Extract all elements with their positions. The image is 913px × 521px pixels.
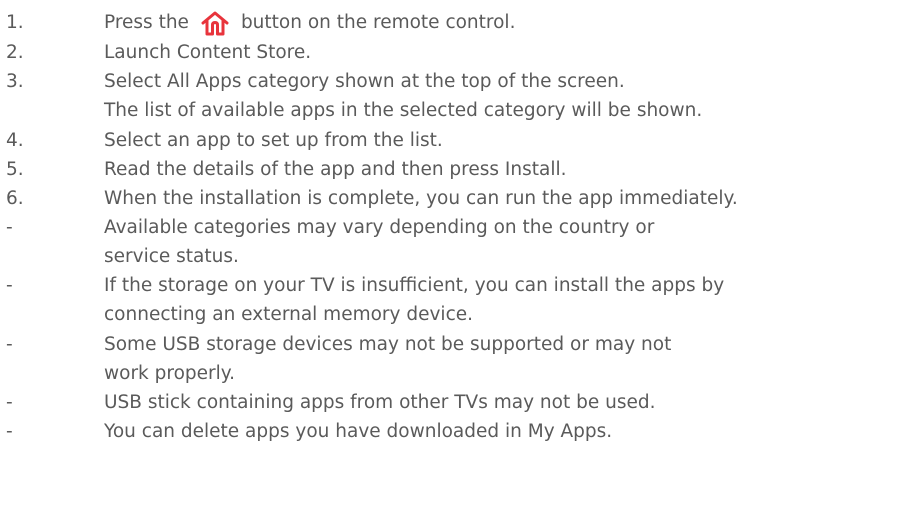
step-text: Select an app to set up from the list. xyxy=(104,130,443,151)
step-item-1: 1. Press the button on the remote control… xyxy=(0,8,913,38)
note-bullet: - xyxy=(6,275,13,296)
note-item-5: - You can delete apps you have downloade… xyxy=(0,417,913,447)
home-icon xyxy=(199,8,231,38)
instructions-document: 1. Press the button on the remote control… xyxy=(0,0,913,521)
note-bullet: - xyxy=(6,334,13,355)
step-item-3-continuation: The list of available apps in the select… xyxy=(0,96,913,126)
note-item-2: - If the storage on your TV is insuffici… xyxy=(0,271,913,301)
step-number: 3. xyxy=(6,71,24,92)
step-item-2: 2. Launch Content Store. xyxy=(0,38,913,68)
note-text: Available categories may vary depending … xyxy=(104,217,655,238)
note-text: You can delete apps you have downloaded … xyxy=(104,421,613,442)
note-bullet: - xyxy=(6,421,13,442)
note-item-1: - Available categories may vary dependin… xyxy=(0,213,913,243)
step-text: When the installation is complete, you c… xyxy=(104,188,738,209)
note-bullet: - xyxy=(6,392,13,413)
step-number: 1. xyxy=(6,12,24,33)
step-text: Read the details of the app and then pre… xyxy=(104,159,567,180)
step-text-after-icon: button on the remote control. xyxy=(240,12,516,33)
note-item-2-continuation: connecting an external memory device. xyxy=(0,300,913,330)
step-text-before-icon: Press the xyxy=(104,12,189,33)
note-text: connecting an external memory device. xyxy=(104,304,474,325)
note-text: service status. xyxy=(104,246,239,267)
step-text: Launch Content Store. xyxy=(104,42,312,63)
note-bullet: - xyxy=(6,217,13,238)
step-number: 6. xyxy=(6,188,24,209)
step-text: The list of available apps in the select… xyxy=(104,100,703,121)
note-text: If the storage on your TV is insufficien… xyxy=(104,275,725,296)
step-number: 5. xyxy=(6,159,24,180)
step-item-6: 6. When the installation is complete, yo… xyxy=(0,184,913,214)
step-item-5: 5. Read the details of the app and then … xyxy=(0,155,913,185)
note-text: USB stick containing apps from other TVs… xyxy=(104,392,656,413)
note-item-1-continuation: service status. xyxy=(0,242,913,272)
note-text: Some USB storage devices may not be supp… xyxy=(104,334,672,355)
step-text: Select All Apps category shown at the to… xyxy=(104,71,625,92)
step-number: 2. xyxy=(6,42,24,63)
note-item-3: - Some USB storage devices may not be su… xyxy=(0,330,913,360)
step-item-4: 4. Select an app to set up from the list… xyxy=(0,126,913,156)
note-item-3-continuation: work properly. xyxy=(0,359,913,389)
step-text: Press the button on the remote control. xyxy=(104,8,515,38)
step-item-3: 3. Select All Apps category shown at the… xyxy=(0,67,913,97)
step-number: 4. xyxy=(6,130,24,151)
note-text: work properly. xyxy=(104,363,235,384)
note-item-4: - USB stick containing apps from other T… xyxy=(0,388,913,418)
